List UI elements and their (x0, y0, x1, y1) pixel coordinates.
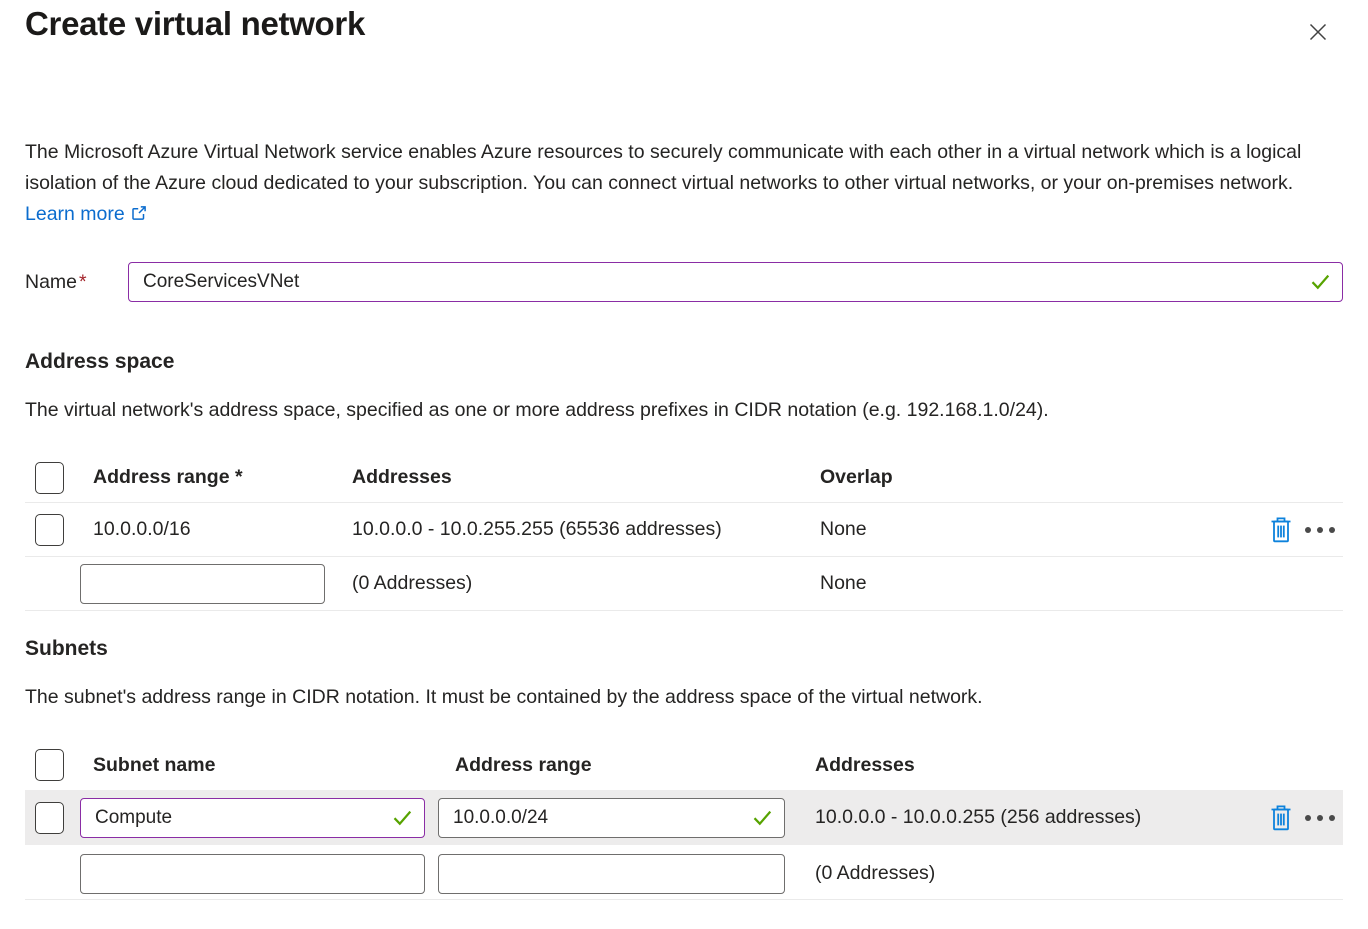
addresses-value: 10.0.0.0 - 10.0.255.255 (65536 addresses… (352, 518, 820, 541)
address-space-row-checkbox[interactable] (35, 514, 64, 546)
delete-subnet-button[interactable] (1269, 805, 1293, 831)
delete-address-range-button[interactable] (1269, 517, 1293, 543)
create-virtual-network-panel: Create virtual network The Microsoft Azu… (0, 0, 1368, 900)
address-space-row: 10.0.0.0/16 10.0.0.0 - 10.0.255.255 (655… (25, 503, 1343, 557)
trash-icon (1269, 517, 1293, 543)
column-header-subnet-name: Subnet name (80, 754, 438, 777)
subnet-addresses-value: 10.0.0.0 - 10.0.0.255 (256 addresses) (815, 806, 1243, 829)
page-title: Create virtual network (25, 5, 365, 43)
new-subnet-address-range-input[interactable] (438, 854, 785, 894)
close-button[interactable] (1299, 13, 1337, 51)
name-valid-check-icon (1311, 274, 1330, 290)
subnets-select-all-checkbox[interactable] (35, 749, 64, 781)
address-space-table: Address range * Addresses Overlap 10.0.0… (25, 453, 1343, 611)
intro-paragraph: The Microsoft Azure Virtual Network serv… (25, 137, 1343, 230)
new-subnet-addresses-value: (0 Addresses) (815, 862, 1243, 885)
external-link-icon (130, 204, 148, 222)
subnets-description: The subnet's address range in CIDR notat… (25, 683, 1343, 712)
trash-icon (1269, 805, 1293, 831)
more-options-icon (1305, 527, 1335, 533)
address-range-value: 10.0.0.0/16 (80, 518, 352, 541)
learn-more-label: Learn more (25, 203, 125, 225)
subnet-name-input[interactable] (80, 798, 425, 838)
address-space-description: The virtual network's address space, spe… (25, 396, 1343, 425)
address-range-more-options-button[interactable] (1305, 527, 1335, 533)
address-space-select-all-checkbox[interactable] (35, 462, 64, 494)
address-space-table-header: Address range * Addresses Overlap (25, 453, 1343, 503)
more-options-icon (1305, 815, 1335, 821)
subnet-name-valid-check-icon (393, 810, 412, 826)
overlap-value: None (820, 518, 1243, 541)
close-icon (1305, 19, 1331, 45)
subnet-new-row: (0 Addresses) (25, 848, 1343, 900)
name-label: Name* (25, 271, 128, 294)
column-header-addresses: Addresses (352, 466, 820, 489)
new-address-range-input[interactable] (80, 564, 325, 604)
column-header-overlap: Overlap (820, 466, 1243, 489)
subnet-row-checkbox[interactable] (35, 802, 64, 834)
column-header-subnet-addresses: Addresses (815, 754, 1243, 777)
titlebar: Create virtual network (25, 0, 1343, 51)
required-asterisk: * (79, 271, 87, 293)
name-label-text: Name (25, 271, 77, 293)
new-addresses-value: (0 Addresses) (352, 572, 820, 595)
name-input[interactable] (128, 262, 1343, 302)
subnet-address-range-valid-check-icon (753, 810, 772, 826)
subnets-table: Subnet name Address range Addresses (25, 740, 1343, 900)
learn-more-link[interactable]: Learn more (25, 203, 148, 225)
new-overlap-value: None (820, 572, 1243, 595)
address-space-new-row: (0 Addresses) None (25, 557, 1343, 611)
column-header-subnet-address-range: Address range (438, 754, 815, 777)
subnets-heading: Subnets (25, 637, 1343, 661)
new-subnet-name-input[interactable] (80, 854, 425, 894)
column-header-address-range: Address range * (80, 466, 352, 489)
name-field-row: Name* (25, 262, 1343, 302)
subnet-more-options-button[interactable] (1305, 815, 1335, 821)
subnets-table-header: Subnet name Address range Addresses (25, 740, 1343, 790)
address-space-heading: Address space (25, 350, 1343, 374)
subnet-address-range-input[interactable] (438, 798, 785, 838)
subnet-row: 10.0.0.0 - 10.0.0.255 (256 addresses) (25, 790, 1343, 848)
intro-text: The Microsoft Azure Virtual Network serv… (25, 141, 1301, 194)
